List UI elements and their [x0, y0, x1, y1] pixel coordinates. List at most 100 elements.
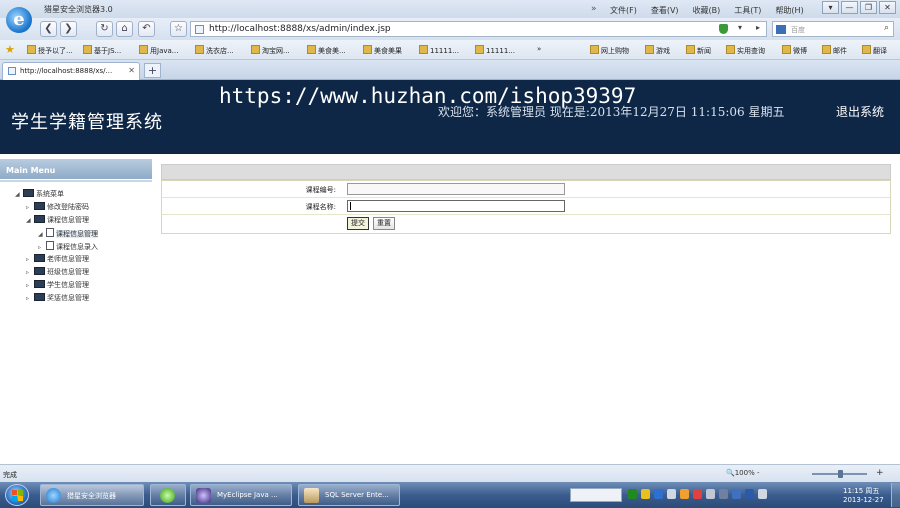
course-name-input[interactable]: [347, 200, 565, 212]
fav-item[interactable]: 微博: [782, 45, 807, 56]
taskbar-item-sqlserver[interactable]: SQL Server Ente...: [298, 484, 400, 506]
tree-node-course-management[interactable]: ◢ 课程信息管理: [26, 215, 89, 227]
expand-icon[interactable]: ▹: [38, 244, 46, 251]
minimize-button[interactable]: —: [841, 1, 858, 14]
collapse-icon[interactable]: ◢: [15, 191, 23, 198]
expand-icon[interactable]: ▹: [26, 204, 34, 211]
new-tab-button[interactable]: +: [144, 63, 161, 78]
tray-alert-icon[interactable]: [693, 489, 702, 499]
refresh-icon[interactable]: ↻: [96, 21, 113, 37]
tree-node-student-management[interactable]: ▹ 学生信息管理: [26, 280, 89, 292]
add-favorite-icon[interactable]: ☆: [170, 21, 187, 37]
taskbar-item-myeclipse[interactable]: MyEclipse Java ...: [190, 484, 292, 506]
menu-overflow-icon[interactable]: »: [591, 4, 597, 14]
tray-update-icon[interactable]: [745, 489, 754, 499]
course-id-input[interactable]: [347, 183, 565, 195]
close-window-button[interactable]: ✕: [879, 1, 896, 14]
tray-flag-icon[interactable]: [706, 489, 715, 499]
form-header-bar: [161, 164, 891, 180]
reset-button[interactable]: 重置: [373, 217, 395, 230]
zoom-slider-handle[interactable]: [838, 470, 843, 478]
zoom-level[interactable]: 🔍100% -: [726, 469, 760, 477]
zoom-in-icon[interactable]: +: [876, 468, 884, 478]
fav-overflow[interactable]: »: [537, 45, 541, 53]
expand-icon[interactable]: ▹: [26, 295, 34, 302]
fav-item[interactable]: 11111...: [419, 45, 459, 55]
tab-page-icon: [8, 67, 16, 75]
menu-favorites[interactable]: 收藏(B): [693, 5, 721, 16]
address-dropdown-icon[interactable]: ▾: [738, 23, 742, 32]
home-icon[interactable]: ⌂: [116, 21, 133, 37]
search-placeholder[interactable]: 百度: [791, 25, 805, 35]
tray-volume-icon[interactable]: [758, 489, 767, 499]
fav-item[interactable]: 淘宝网...: [251, 45, 290, 56]
start-button[interactable]: [5, 484, 29, 506]
maximize-button[interactable]: ❐: [860, 1, 877, 14]
zoom-out-icon[interactable]: -: [757, 469, 760, 477]
windows-logo-icon: [12, 490, 17, 495]
language-bar[interactable]: [570, 488, 622, 502]
clock-time[interactable]: 11:15 周五: [843, 486, 879, 496]
fav-item[interactable]: 网上购物: [590, 45, 629, 56]
address-bar[interactable]: http://localhost:8888/xs/admin/index.jsp…: [190, 21, 767, 37]
collapse-icon[interactable]: ◢: [38, 231, 46, 238]
logout-link[interactable]: 退出系统: [836, 103, 884, 120]
forward-icon[interactable]: ❯: [60, 21, 77, 37]
tree-node-teacher-management[interactable]: ▹ 老师信息管理: [26, 254, 89, 266]
show-desktop-button[interactable]: [891, 483, 900, 507]
tree-node-class-management[interactable]: ▹ 班级信息管理: [26, 267, 89, 279]
fav-item[interactable]: 授予以了...: [27, 45, 73, 56]
fav-item[interactable]: 美食美...: [307, 45, 346, 56]
fav-item[interactable]: 基于JS...: [83, 45, 121, 56]
tray-info-icon[interactable]: [667, 489, 676, 499]
fav-item[interactable]: 11111...: [475, 45, 515, 55]
menu-view[interactable]: 查看(V): [651, 5, 679, 16]
submit-button[interactable]: 提交: [347, 217, 369, 230]
tray-chat-icon[interactable]: [641, 489, 650, 499]
back-icon[interactable]: ❮: [40, 21, 57, 37]
tree-node-system-menu[interactable]: ◢ 系统菜单: [15, 189, 64, 201]
expand-icon[interactable]: ▹: [26, 256, 34, 263]
clock-date[interactable]: 2013-12-27: [843, 496, 884, 504]
expand-icon[interactable]: ▹: [26, 269, 34, 276]
fav-item[interactable]: 翻译: [862, 45, 887, 56]
undo-close-icon[interactable]: ↶: [138, 21, 155, 37]
fav-item[interactable]: 新闻: [686, 45, 711, 56]
taskbar-item-browser[interactable]: 猎星安全浏览器: [40, 484, 144, 506]
menu-help[interactable]: 帮助(H): [775, 5, 803, 16]
menu-tools[interactable]: 工具(T): [734, 5, 761, 16]
fav-item[interactable]: 游戏: [645, 45, 670, 56]
expand-icon[interactable]: ▹: [26, 282, 34, 289]
search-icon[interactable]: ⌕: [884, 23, 889, 33]
tray-shield-icon[interactable]: [732, 489, 741, 499]
fav-item[interactable]: 洗衣店...: [195, 45, 234, 56]
address-url[interactable]: http://localhost:8888/xs/admin/index.jsp: [209, 24, 391, 34]
tab-admin-index[interactable]: http://localhost:8888/xs/... ✕: [2, 62, 140, 80]
pin-window-button[interactable]: ▾: [822, 1, 839, 14]
search-box[interactable]: 百度 ⌕: [772, 21, 894, 37]
tree-node-change-password[interactable]: ▹ 修改登陆密码: [26, 202, 89, 214]
tree-node-course-info-manage[interactable]: ◢ 课程信息管理: [38, 228, 98, 240]
tray-device-icon[interactable]: [719, 489, 728, 499]
security-shield-icon[interactable]: [719, 24, 728, 34]
tray-user-icon[interactable]: [680, 489, 689, 499]
tree-node-reward-management[interactable]: ▹ 奖惩信息管理: [26, 293, 89, 305]
tray-security-icon[interactable]: [628, 489, 637, 499]
folder-icon: [34, 202, 45, 210]
search-engine-icon[interactable]: [776, 25, 786, 34]
favorites-star-icon[interactable]: ★: [5, 43, 15, 56]
tray-network-icon[interactable]: [654, 489, 663, 499]
go-icon[interactable]: ▸: [756, 23, 760, 32]
tree-node-course-info-entry[interactable]: ▹ 课程信息录入: [38, 241, 98, 253]
taskbar-item-app[interactable]: [150, 484, 186, 506]
fav-item[interactable]: 实用查询: [726, 45, 765, 56]
fav-item[interactable]: 美食美果: [363, 45, 402, 56]
shopping-icon: [590, 45, 599, 54]
fav-item[interactable]: 用Java...: [139, 45, 178, 56]
form-row-course-name: 课程名称:: [162, 198, 890, 215]
close-tab-icon[interactable]: ✕: [128, 66, 135, 75]
favorite-page-icon: [27, 45, 36, 54]
collapse-icon[interactable]: ◢: [26, 217, 34, 224]
fav-item[interactable]: 邮件: [822, 45, 847, 56]
menu-file[interactable]: 文件(F): [610, 5, 637, 16]
